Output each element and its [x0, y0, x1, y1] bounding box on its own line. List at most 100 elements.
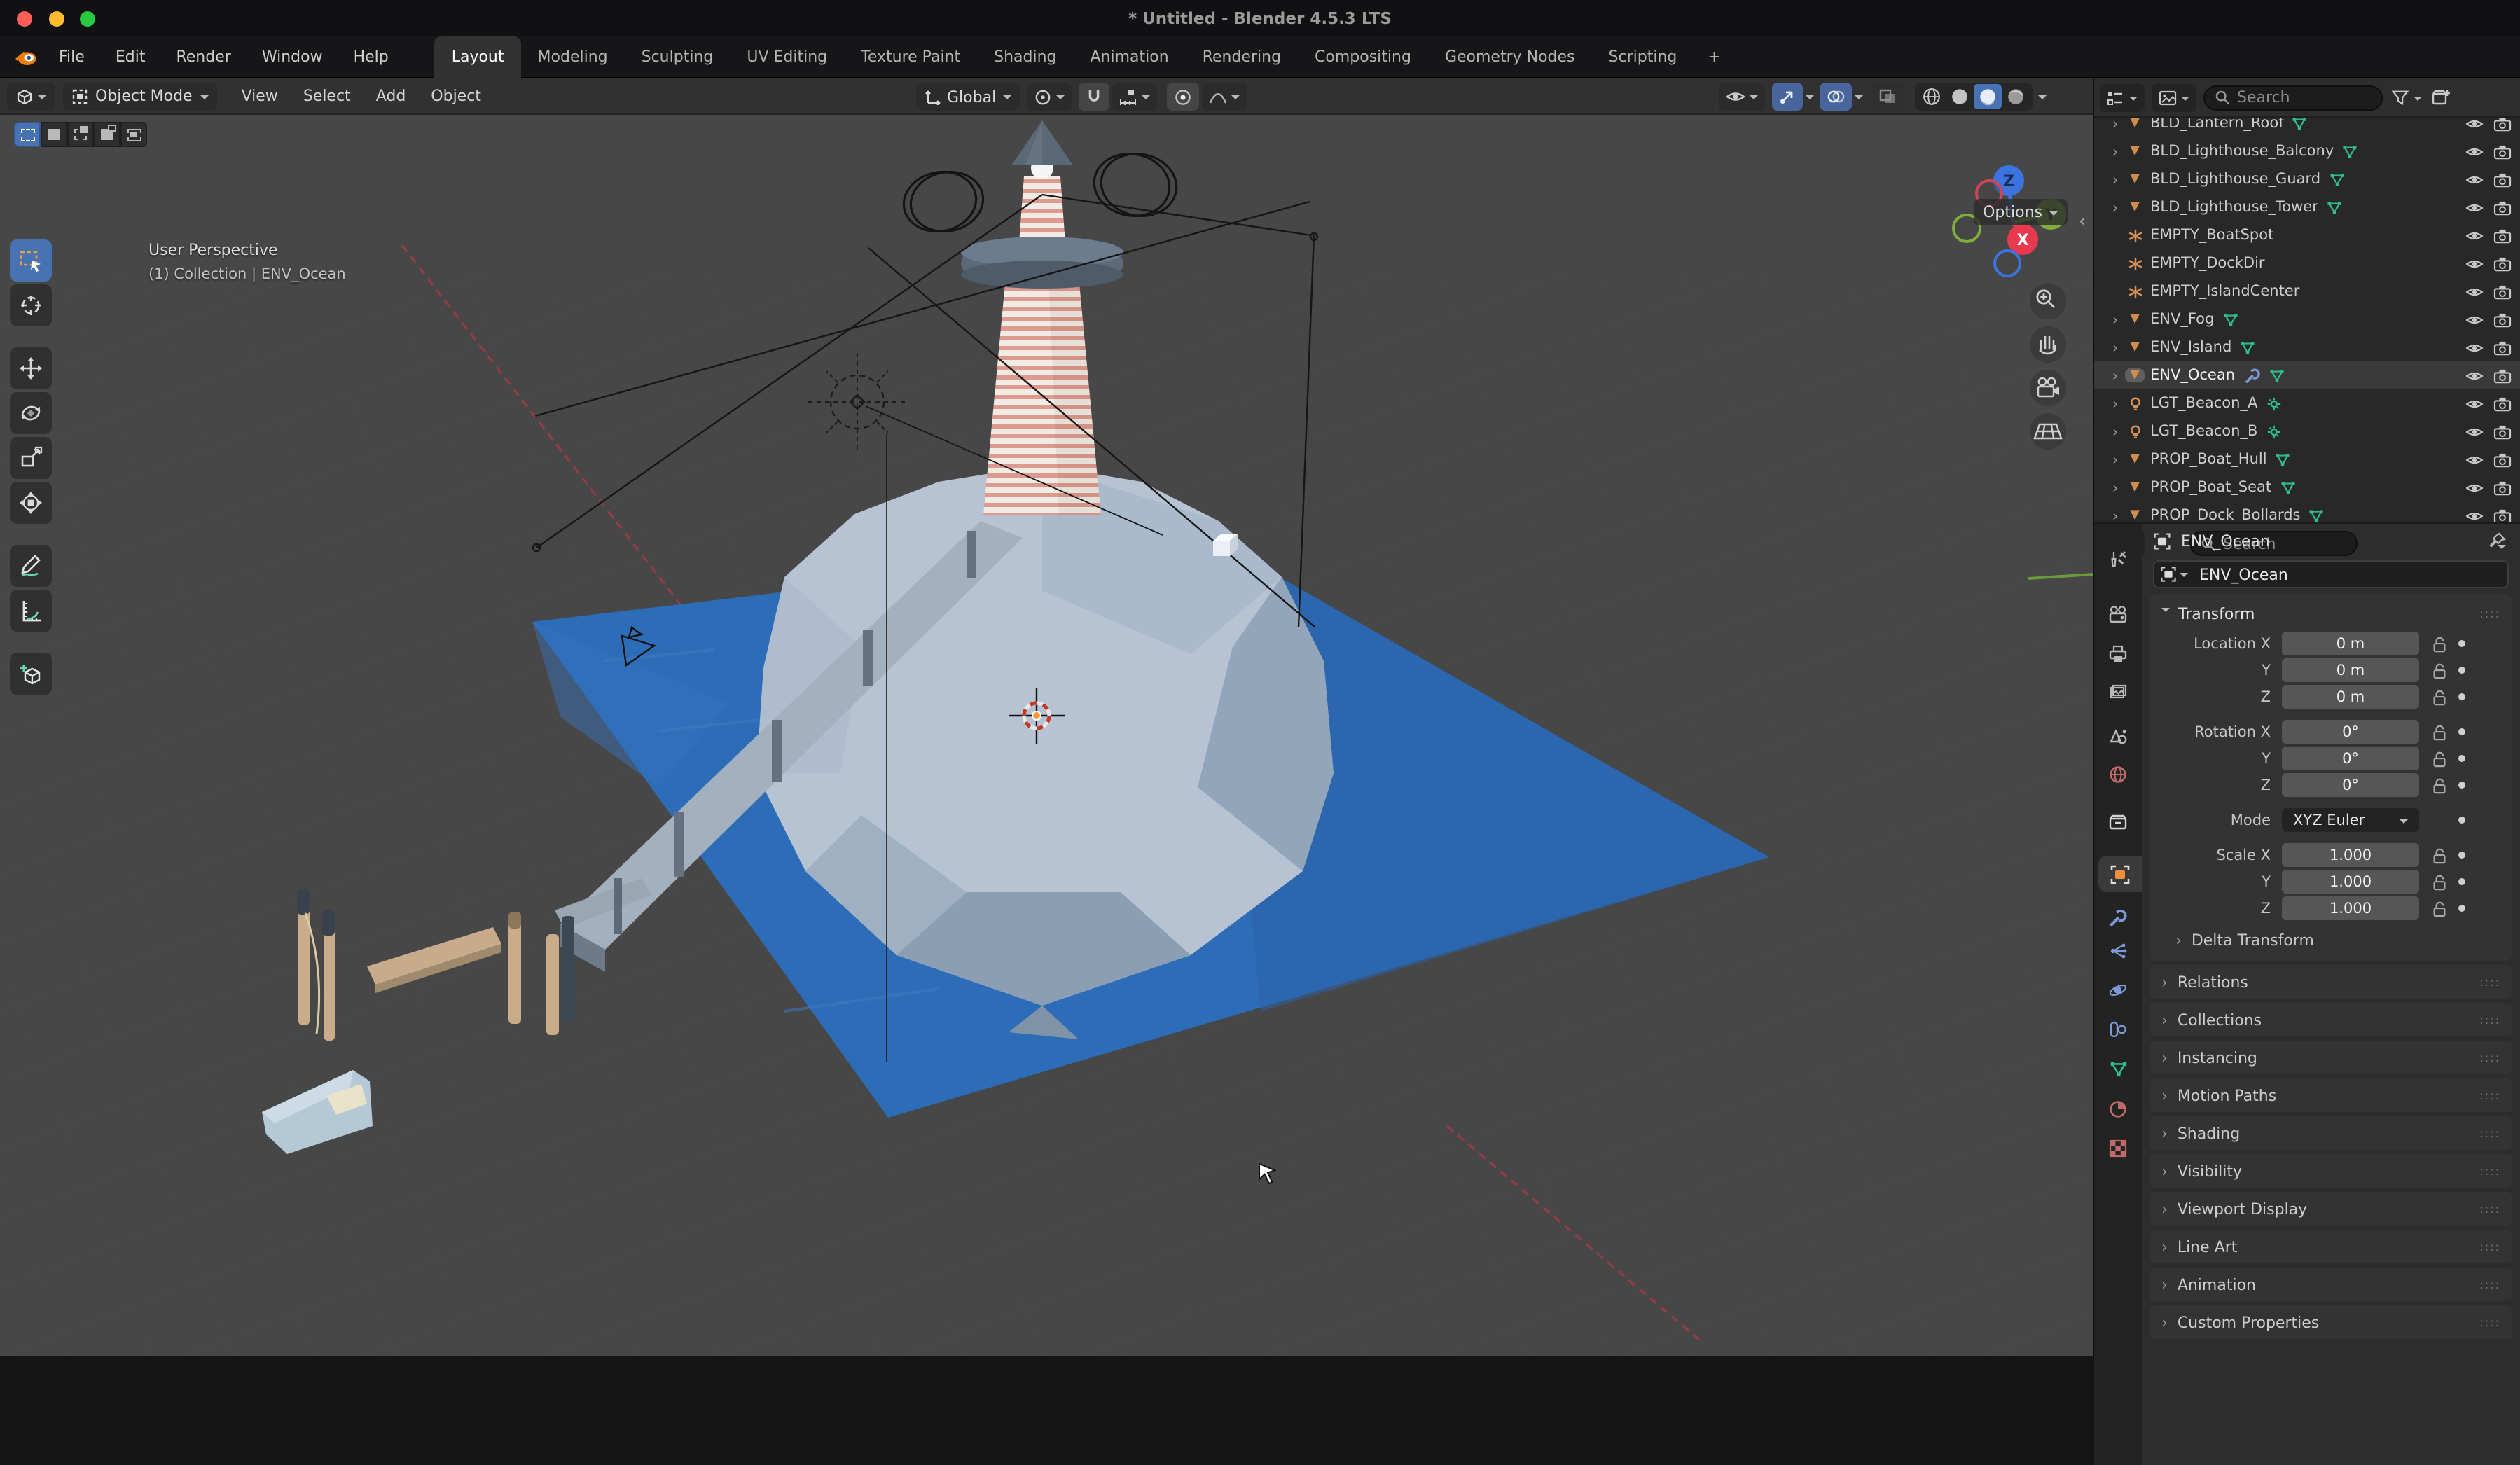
tab-render[interactable]: [2094, 597, 2142, 633]
hide-viewport-icon[interactable]: [2465, 313, 2484, 326]
snap-toggle[interactable]: [1079, 83, 1109, 111]
disable-render-icon[interactable]: [2493, 480, 2512, 495]
panel-grip[interactable]: ::::: [2479, 607, 2500, 620]
animate-dot[interactable]: [2458, 667, 2465, 674]
disable-render-icon[interactable]: [2493, 312, 2512, 327]
shading-material-button[interactable]: [1974, 84, 2002, 109]
outliner-filter-button[interactable]: [2152, 83, 2196, 111]
lock-icon[interactable]: [2430, 662, 2449, 679]
hide-viewport-icon[interactable]: [2465, 285, 2484, 298]
expand-arrow-icon[interactable]: ›: [2105, 394, 2125, 412]
outliner-row[interactable]: › LGT_Beacon_A: [2094, 389, 2520, 417]
animate-dot[interactable]: [2458, 817, 2465, 824]
scale-z-field[interactable]: 1.000: [2282, 896, 2419, 920]
disable-render-icon[interactable]: [2493, 508, 2512, 522]
lock-icon[interactable]: [2430, 688, 2449, 705]
animate-dot[interactable]: [2458, 852, 2465, 859]
gizmo-z-neg[interactable]: [1995, 251, 2020, 276]
tool-transform[interactable]: [10, 482, 52, 524]
workspace-tab-modeling[interactable]: Modeling: [521, 36, 625, 78]
workspace-tab-animation[interactable]: Animation: [1074, 36, 1186, 78]
add-workspace-button[interactable]: +: [1694, 48, 1734, 66]
disable-render-icon[interactable]: [2493, 424, 2512, 439]
tool-add-cube[interactable]: [10, 653, 52, 695]
pin-icon[interactable]: [2489, 532, 2506, 549]
menu-edit[interactable]: Edit: [100, 36, 161, 78]
select-mode-extend-button[interactable]: [41, 122, 67, 147]
workspace-tab-shading[interactable]: Shading: [977, 36, 1073, 78]
viewport-menu-select[interactable]: Select: [291, 78, 364, 114]
workspace-tab-scripting[interactable]: Scripting: [1592, 36, 1694, 78]
delta-transform-panel[interactable]: › Delta Transform: [2159, 927, 2503, 952]
outliner-display-mode-button[interactable]: [2100, 83, 2145, 111]
outliner-row[interactable]: ›▼ BLD_Lighthouse_Guard: [2094, 165, 2520, 193]
panel-visibility[interactable]: ›Visibility::::: [2150, 1154, 2512, 1188]
disable-render-icon[interactable]: [2493, 144, 2512, 159]
hide-viewport-icon[interactable]: [2465, 509, 2484, 522]
select-mode-intersect-button[interactable]: [120, 122, 147, 147]
options-dropdown[interactable]: Options: [1973, 199, 2068, 225]
tab-object-data[interactable]: [2094, 1050, 2142, 1087]
expand-arrow-icon[interactable]: ›: [2105, 310, 2125, 328]
lock-icon[interactable]: [2430, 847, 2449, 863]
tool-cursor[interactable]: [10, 284, 52, 326]
camera-view-button[interactable]: [2030, 370, 2066, 406]
viewport-3d[interactable]: Z Y X ‹: [0, 78, 2094, 1356]
location-z-field[interactable]: 0 m: [2282, 685, 2419, 709]
tab-modifiers[interactable]: [2094, 899, 2142, 936]
panel-instancing[interactable]: ›Instancing::::: [2150, 1041, 2512, 1074]
scale-y-field[interactable]: 1.000: [2282, 870, 2419, 894]
outliner-row[interactable]: ›▼ PROP_Boat_Seat: [2094, 473, 2520, 501]
expand-arrow-icon[interactable]: ›: [2105, 450, 2125, 468]
panel-collections[interactable]: ›Collections::::: [2150, 1003, 2512, 1036]
select-mode-set-button[interactable]: [14, 122, 41, 147]
lock-icon[interactable]: [2430, 900, 2449, 917]
disable-render-icon[interactable]: [2493, 368, 2512, 383]
object-name-field[interactable]: ENV_Ocean: [2153, 560, 2509, 588]
tool-select-box[interactable]: [10, 239, 52, 282]
lock-icon[interactable]: [2430, 750, 2449, 767]
hide-viewport-icon[interactable]: [2465, 201, 2484, 214]
snap-settings-dropdown[interactable]: [1112, 83, 1157, 111]
tool-move[interactable]: [10, 347, 52, 389]
panel-custom-properties[interactable]: ›Custom Properties::::: [2150, 1305, 2512, 1339]
expand-arrow-icon[interactable]: ›: [2105, 170, 2125, 188]
viewport-canvas[interactable]: Z Y X ‹: [0, 115, 2094, 1356]
outliner-filter-dropdown[interactable]: [2391, 90, 2422, 105]
hide-viewport-icon[interactable]: [2465, 257, 2484, 270]
hide-viewport-icon[interactable]: [2465, 145, 2484, 158]
tool-measure[interactable]: [10, 590, 52, 632]
animate-dot[interactable]: [2458, 905, 2465, 912]
tab-collection[interactable]: [2094, 804, 2142, 840]
minimize-window-button[interactable]: [48, 11, 64, 27]
outliner-row[interactable]: ›▼ ENV_Island: [2094, 333, 2520, 361]
breadcrumb-object-label[interactable]: ENV_Ocean: [2181, 532, 2270, 550]
outliner-row[interactable]: EMPTY_IslandCenter: [2094, 277, 2520, 305]
disable-render-icon[interactable]: [2493, 118, 2512, 131]
hide-viewport-icon[interactable]: [2465, 397, 2484, 410]
disable-render-icon[interactable]: [2493, 256, 2512, 271]
panel-animation[interactable]: ›Animation::::: [2150, 1268, 2512, 1301]
outliner-row[interactable]: EMPTY_BoatSpot: [2094, 221, 2520, 249]
outliner-row[interactable]: EMPTY_DockDir: [2094, 249, 2520, 277]
menu-render[interactable]: Render: [160, 36, 246, 78]
viewport-menu-add[interactable]: Add: [364, 78, 419, 114]
workspace-tab-geometry-nodes[interactable]: Geometry Nodes: [1428, 36, 1592, 78]
panel-line-art[interactable]: ›Line Art::::: [2150, 1230, 2512, 1263]
shading-rendered-button[interactable]: [2002, 84, 2030, 109]
tab-scene[interactable]: [2094, 718, 2142, 755]
animate-dot[interactable]: [2458, 782, 2465, 789]
proportional-edit-toggle[interactable]: [1167, 83, 1199, 111]
expand-arrow-icon[interactable]: ›: [2105, 338, 2125, 356]
animate-dot[interactable]: [2458, 878, 2465, 885]
lock-icon[interactable]: [2430, 723, 2449, 740]
workspace-tab-compositing[interactable]: Compositing: [1298, 36, 1428, 78]
workspace-tab-uv-editing[interactable]: UV Editing: [730, 36, 844, 78]
sidebar-collapse-arrow[interactable]: ‹: [2079, 211, 2086, 232]
rotation-z-field[interactable]: 0°: [2282, 773, 2419, 797]
shading-wireframe-button[interactable]: [1918, 84, 1946, 109]
panel-relations[interactable]: ›Relations::::: [2150, 965, 2512, 999]
tab-physics[interactable]: [2094, 972, 2142, 1008]
animate-dot[interactable]: [2458, 693, 2465, 700]
transform-panel-header[interactable]: Transform ::::: [2159, 601, 2503, 626]
